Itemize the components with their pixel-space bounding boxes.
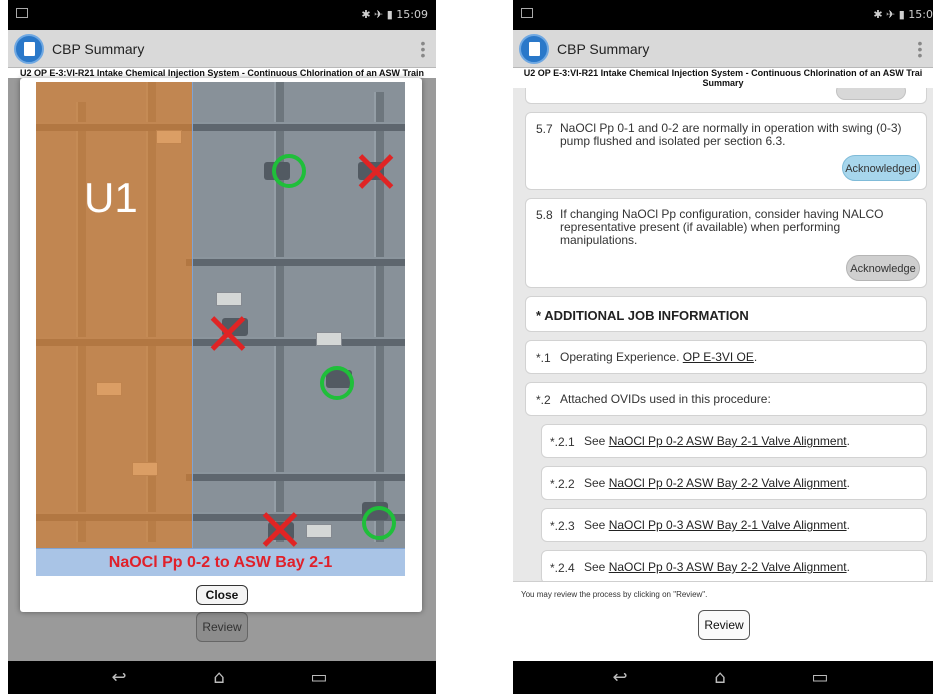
acknowledge-button[interactable]: Acknowledge bbox=[846, 255, 920, 281]
left-phone-screen: ✱ ✈ ▮ 15:09 CBP Summary • • • U2 OP E-3:VI… bbox=[8, 0, 436, 694]
closed-valve-marker bbox=[356, 152, 396, 192]
item-text: Operating Experience. bbox=[560, 350, 683, 364]
status-time: 15:0 bbox=[908, 8, 933, 21]
acknowledged-button[interactable]: Acknowledged bbox=[842, 155, 920, 181]
item-number: *.2.4 bbox=[550, 561, 575, 575]
ovid-link[interactable]: NaOCl Pp 0-2 ASW Bay 2-2 Valve Alignment bbox=[609, 476, 847, 490]
review-note: You may review the process by clicking o… bbox=[521, 590, 708, 599]
back-icon[interactable]: ↩ bbox=[104, 667, 134, 689]
review-button[interactable]: Review bbox=[698, 610, 750, 640]
app-title: CBP Summary bbox=[52, 41, 145, 57]
step-card-5-8: 5.8 If changing NaOCl Pp configuration, … bbox=[525, 198, 927, 288]
item-number: *.2.1 bbox=[550, 435, 575, 449]
status-icons: ✱ ✈ ▮ bbox=[873, 8, 909, 21]
u1-highlight-overlay bbox=[36, 82, 192, 548]
ovid-link[interactable]: NaOCl Pp 0-2 ASW Bay 2-1 Valve Alignment bbox=[609, 434, 847, 448]
ovid-link[interactable]: NaOCl Pp 0-3 ASW Bay 2-2 Valve Alignment bbox=[609, 560, 847, 574]
review-panel: You may review the process by clicking o… bbox=[513, 581, 933, 661]
home-icon[interactable]: ⌂ bbox=[204, 667, 234, 689]
action-bar: CBP Summary • • • bbox=[8, 30, 436, 68]
open-valve-marker bbox=[320, 366, 354, 400]
photo-caption: NaOCl Pp 0-2 to ASW Bay 2-1 bbox=[36, 548, 405, 576]
oe-link[interactable]: OP E-3VI OE bbox=[683, 350, 754, 364]
overflow-menu-icon[interactable]: • • • bbox=[917, 36, 923, 62]
procedure-title: U2 OP E-3:VI-R21 Intake Chemical Injecti… bbox=[8, 68, 436, 78]
item-number: *.2 bbox=[536, 393, 551, 407]
step-card-5-7: 5.7 NaOCl Pp 0-1 and 0-2 are normally in… bbox=[525, 112, 927, 190]
app-title: CBP Summary bbox=[557, 41, 650, 57]
info-item-1: *.1 Operating Experience. OP E-3VI OE. bbox=[525, 340, 927, 374]
document-app-icon bbox=[14, 34, 44, 64]
section-header: * ADDITIONAL JOB INFORMATION bbox=[536, 308, 749, 323]
item-text: Attached OVIDs used in this procedure: bbox=[560, 392, 771, 406]
close-button[interactable]: Close bbox=[196, 585, 248, 605]
unit-label: U1 bbox=[84, 174, 138, 221]
item-number: *.2.2 bbox=[550, 477, 575, 491]
item-number: *.1 bbox=[536, 351, 551, 365]
recents-icon[interactable]: ▭ bbox=[304, 667, 334, 689]
action-bar: CBP Summary • • • bbox=[513, 30, 933, 68]
acknowledge-button-partial[interactable] bbox=[836, 88, 906, 100]
procedure-title-text: U2 OP E-3:VI-R21 Intake Chemical Injecti… bbox=[523, 68, 923, 78]
list-item bbox=[525, 88, 927, 104]
ovid-item: *.2.1 See NaOCl Pp 0-2 ASW Bay 2-1 Valve… bbox=[541, 424, 927, 458]
info-item-2: *.2 Attached OVIDs used in this procedur… bbox=[525, 382, 927, 416]
item-number: *.2.3 bbox=[550, 519, 575, 533]
status-bar: ✱ ✈ ▮ 15:0 bbox=[513, 0, 933, 30]
recents-icon[interactable]: ▭ bbox=[805, 667, 835, 689]
navigation-bar: ↩ ⌂ ▭ bbox=[8, 661, 436, 694]
procedure-subtitle: Summary bbox=[702, 78, 744, 88]
status-icons: ✱ ✈ ▮ bbox=[361, 8, 397, 21]
step-list[interactable]: 5.7 NaOCl Pp 0-1 and 0-2 are normally in… bbox=[513, 88, 933, 661]
open-valve-marker bbox=[362, 506, 396, 540]
notification-icon bbox=[16, 8, 28, 18]
status-bar: ✱ ✈ ▮ 15:09 bbox=[8, 0, 436, 30]
right-phone-screen: ✱ ✈ ▮ 15:0 CBP Summary • • • U2 OP E-3:VI-… bbox=[513, 0, 933, 694]
step-number: 5.8 bbox=[536, 208, 553, 222]
ovid-link[interactable]: NaOCl Pp 0-3 ASW Bay 2-1 Valve Alignment bbox=[609, 518, 847, 532]
step-number: 5.7 bbox=[536, 122, 553, 136]
overflow-menu-icon[interactable]: • • • bbox=[420, 36, 426, 62]
navigation-bar: ↩ ⌂ ▭ bbox=[513, 661, 933, 694]
document-app-icon bbox=[519, 34, 549, 64]
step-text: If changing NaOCl Pp configuration, cons… bbox=[560, 207, 884, 247]
open-valve-marker bbox=[272, 154, 306, 188]
procedure-title: U2 OP E-3:VI-R21 Intake Chemical Injecti… bbox=[513, 68, 933, 88]
back-icon[interactable]: ↩ bbox=[605, 667, 635, 689]
review-button-behind-dialog: Review bbox=[196, 612, 248, 642]
closed-valve-marker bbox=[260, 510, 300, 550]
notification-icon bbox=[521, 8, 533, 18]
valve-alignment-photo: U1 NaOCl Pp 0-2 to ASW Bay 2-1 bbox=[36, 82, 405, 576]
photo-dialog: U1 NaOCl Pp 0-2 to ASW Bay 2-1 Close bbox=[20, 78, 422, 612]
closed-valve-marker bbox=[208, 314, 248, 354]
ovid-item: *.2.3 See NaOCl Pp 0-3 ASW Bay 2-1 Valve… bbox=[541, 508, 927, 542]
step-text: NaOCl Pp 0-1 and 0-2 are normally in ope… bbox=[560, 121, 902, 148]
status-time: 15:09 bbox=[396, 8, 428, 21]
section-header-card: * ADDITIONAL JOB INFORMATION bbox=[525, 296, 927, 332]
home-icon[interactable]: ⌂ bbox=[705, 667, 735, 689]
ovid-item: *.2.2 See NaOCl Pp 0-2 ASW Bay 2-2 Valve… bbox=[541, 466, 927, 500]
ovid-item: *.2.4 See NaOCl Pp 0-3 ASW Bay 2-2 Valve… bbox=[541, 550, 927, 584]
